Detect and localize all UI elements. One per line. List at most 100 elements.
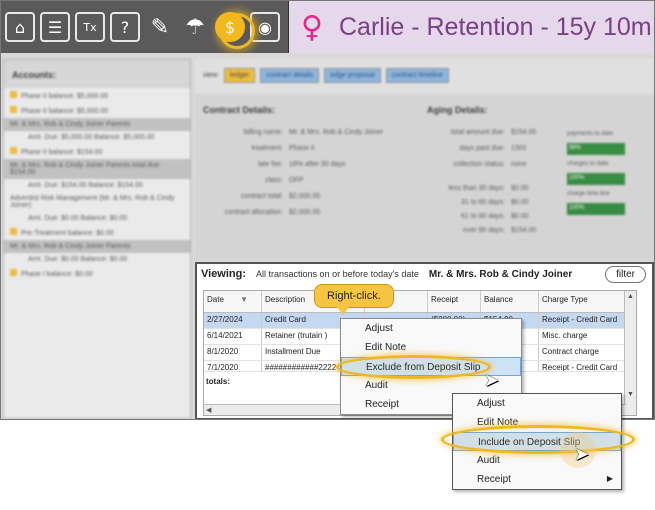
contract-details-title: Contract Details: (203, 105, 276, 115)
clipboard-icon[interactable]: ? (110, 12, 140, 42)
contract-key: contract total: (240, 193, 283, 200)
filter-button[interactable]: filter (605, 266, 646, 283)
account-item[interactable]: Amt. Due: $0.00 Balance: $0.00 (4, 212, 190, 225)
contract-value: Mr. & Mrs. Rob & Cindy Joiner (289, 129, 384, 136)
sort-down-icon: ▼ (240, 295, 249, 304)
column-header-date[interactable]: Date ▼ (204, 291, 262, 312)
mouse-cursor-icon: ➤ (574, 444, 590, 465)
grid-header: Date ▼ Description Charge Receipt Balanc… (204, 291, 636, 313)
cell-charge-type: Misc. charge (542, 331, 588, 340)
scroll-down-icon[interactable]: ▼ (627, 391, 634, 398)
cell-date: 8/1/2020 (204, 345, 262, 360)
account-icon (10, 228, 17, 235)
aging-key: total amount due: (450, 129, 505, 136)
account-item[interactable]: Phase II balance: $154.00 (4, 144, 190, 159)
umbrella-icon[interactable]: ☂ (180, 12, 210, 42)
aging-key: less than 30 days: (448, 185, 505, 192)
cell-date: 6/14/2021 (204, 329, 262, 344)
aging-value: $0.00 (511, 199, 529, 206)
app-window: ⌂ ☰ Tx ? ✎ ☂ $ ◉ ♀ Carlie - Retention - … (0, 0, 655, 420)
view-ledger-button[interactable]: ledger (223, 68, 256, 83)
vertical-scrollbar[interactable]: ▲ ▼ (624, 291, 636, 415)
home-icon[interactable]: ⌂ (5, 12, 35, 42)
contract-key: class: (265, 177, 283, 184)
menu-item-adjust[interactable]: Adjust (341, 319, 521, 338)
account-icon (10, 91, 17, 98)
accounts-title: Accounts: (4, 60, 190, 88)
account-item[interactable]: Mr. & Mrs. Rob & Cindy Joiner Parents (4, 240, 190, 253)
account-item[interactable]: Phase II balance: $5,000.00 (4, 88, 190, 103)
progress-label: charge time-line (567, 191, 610, 197)
ledger-icon[interactable]: ☰ (40, 12, 70, 42)
totals-label: totals: (206, 377, 230, 386)
aging-key: collection status: (453, 161, 505, 168)
aging-value: $0.00 (511, 213, 529, 220)
aging-value: $154.00 (511, 227, 537, 234)
progress-label: charges to date (567, 161, 609, 167)
reports-icon[interactable]: ✎ (145, 12, 175, 42)
menu-item-adjust[interactable]: Adjust (453, 394, 621, 413)
aging-details-title: Aging Details: (427, 105, 488, 115)
view-contract-timeline-button[interactable]: contract timeline (385, 68, 449, 83)
viewing-description: All transactions on or before today's da… (256, 269, 419, 279)
cell-charge-type: Contract charge (542, 347, 599, 356)
account-item[interactable]: Amt. Due: $5,000.00 Balance: $5,000.00 (4, 131, 190, 144)
progress-bar: 100% (567, 203, 625, 215)
menu-item-receipt[interactable]: Receipt ▶ (453, 470, 621, 489)
scroll-up-icon[interactable]: ▲ (627, 293, 634, 300)
view-bar: view: ledger contract details edge propo… (195, 59, 654, 93)
contract-value: OFP (289, 177, 304, 184)
aging-key: 61 to 90 days: (461, 213, 505, 220)
view-edge-proposal-button[interactable]: edge proposal (324, 68, 381, 83)
progress-label: payments to date (567, 131, 614, 137)
column-header-balance[interactable]: Balance (481, 291, 539, 312)
aging-value: $0.00 (511, 185, 529, 192)
column-header-receipt[interactable]: Receipt (428, 291, 481, 312)
column-header-charge-type[interactable]: Charge Type (539, 291, 624, 312)
account-icon (10, 147, 17, 154)
account-icon (10, 106, 17, 113)
cell-charge-type: Receipt - Credit Card (542, 315, 618, 324)
submenu-arrow-icon: ▶ (606, 474, 613, 483)
contract-key: late fee: (258, 161, 283, 168)
aging-key: 31 to 60 days: (461, 199, 505, 206)
account-item[interactable]: Amt. Due: $0.00 Balance: $0.00 (4, 253, 190, 266)
account-item[interactable]: Mr. & Mrs. Rob & Cindy Joiner Parents (4, 118, 190, 131)
contract-value: $2,000.00 (289, 193, 321, 200)
account-icon (10, 269, 17, 276)
menu-item-edit-note[interactable]: Edit Note (341, 338, 521, 357)
highlight-ellipse (336, 355, 491, 379)
mouse-cursor-icon: ➤ (484, 370, 500, 391)
cell-date: 7/1/2020 (204, 361, 262, 371)
right-click-callout: Right-click. (314, 284, 394, 315)
contract-value: $2,000.00 (289, 209, 321, 216)
accounts-panel: Accounts: Phase II balance: $5,000.00 Ph… (3, 59, 191, 419)
account-item[interactable]: Phase II balance: $5,000.00 (4, 103, 190, 118)
view-contract-details-button[interactable]: contract details (260, 68, 320, 83)
money-icon-highlight (219, 13, 255, 49)
progress-bar: 100% (567, 173, 625, 185)
account-item[interactable]: Adventist Risk Management (Mr. & Mrs. Ro… (4, 192, 190, 212)
contract-key: billing name: (243, 129, 283, 136)
contract-key: treatment: (251, 145, 283, 152)
view-label: view: (203, 72, 219, 79)
patient-title: Carlie - Retention - 15y 10m (338, 12, 652, 41)
progress-bar: 96% (567, 143, 625, 155)
tx-icon[interactable]: Tx (75, 12, 105, 42)
account-item[interactable]: Pre-Treatment balance: $0.00 (4, 225, 190, 240)
patient-title-bar: ♀ Carlie - Retention - 15y 10m (289, 1, 654, 53)
contract-key: contract allocation: (224, 209, 283, 216)
account-item[interactable]: Mr. & Mrs. Rob & Cindy Joiner Parents to… (4, 159, 190, 179)
account-item[interactable]: Phase I balance: $0.00 (4, 266, 190, 281)
viewing-name: Mr. & Mrs. Rob & Cindy Joiner (428, 268, 573, 280)
aging-key: days past due: (459, 145, 505, 152)
contract-details-area: Contract Details: Aging Details: billing… (195, 95, 654, 260)
scroll-left-icon[interactable]: ◀ (206, 406, 211, 414)
aging-key: over 90 days: (462, 227, 505, 234)
account-item[interactable]: Amt. Due: $154.00 Balance: $154.00 (4, 179, 190, 192)
contract-value: 18% after 30 days (289, 161, 346, 168)
female-icon: ♀ (301, 9, 323, 45)
aging-value: 1302 (511, 145, 527, 152)
contract-value: Phase II (289, 145, 315, 152)
aging-value: $154.00 (511, 129, 537, 136)
